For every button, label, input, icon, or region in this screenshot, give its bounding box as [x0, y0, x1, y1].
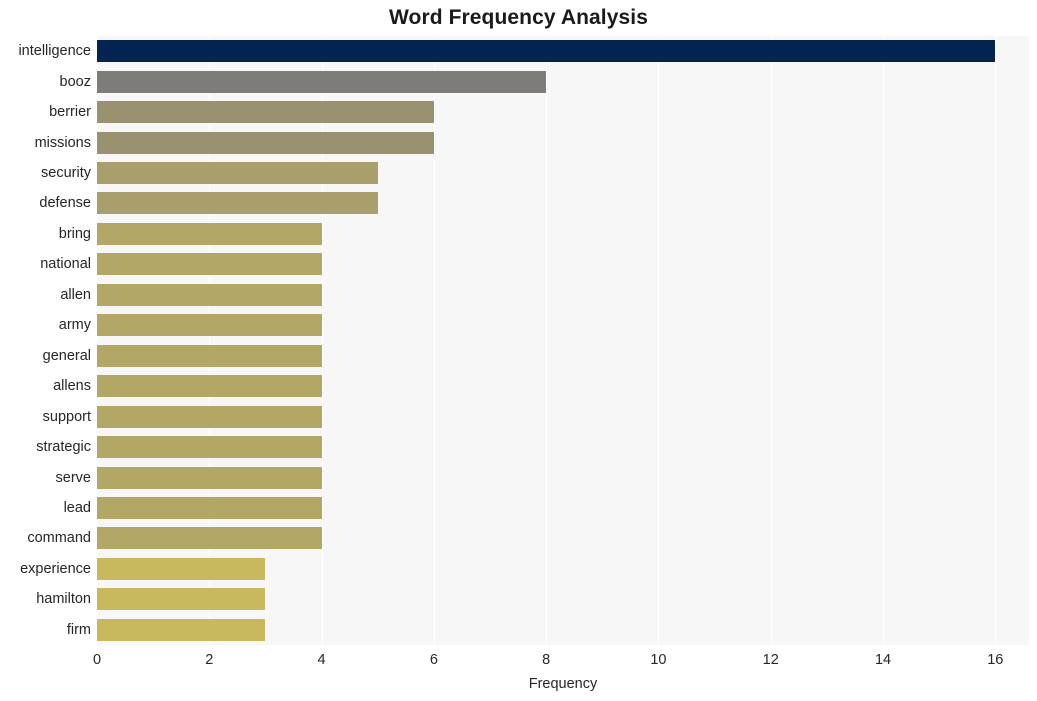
- bar: [97, 375, 322, 397]
- bar: [97, 558, 265, 580]
- x-axis-tick-label: 0: [93, 650, 101, 670]
- y-axis-tick-label: strategic: [0, 436, 91, 458]
- x-axis-tick-label: 14: [875, 650, 891, 670]
- bar: [97, 406, 322, 428]
- y-axis-tick-label: lead: [0, 497, 91, 519]
- bar: [97, 132, 434, 154]
- y-axis-tick-label: berrier: [0, 101, 91, 123]
- bar: [97, 40, 995, 62]
- bar: [97, 588, 265, 610]
- y-axis-tick-label: support: [0, 406, 91, 428]
- bar: [97, 345, 322, 367]
- x-axis-tick-label: 6: [430, 650, 438, 670]
- bar: [97, 162, 378, 184]
- y-axis-tick-label: army: [0, 314, 91, 336]
- y-axis-tick-label: allens: [0, 375, 91, 397]
- y-axis-tick-label: general: [0, 345, 91, 367]
- bar: [97, 527, 322, 549]
- y-axis-tick-label: defense: [0, 192, 91, 214]
- x-axis-tick-label: 8: [542, 650, 550, 670]
- y-axis-tick-labels: intelligence booz berrier missions security d…: [0, 36, 91, 645]
- bar: [97, 314, 322, 336]
- x-axis-title: Frequency: [97, 674, 1029, 694]
- bar: [97, 253, 322, 275]
- bar: [97, 467, 322, 489]
- chart-title: Word Frequency Analysis: [0, 4, 1037, 32]
- y-axis-tick-label: security: [0, 162, 91, 184]
- x-axis-tick-label: 10: [650, 650, 666, 670]
- bar: [97, 223, 322, 245]
- y-axis-tick-label: booz: [0, 71, 91, 93]
- y-axis-tick-label: missions: [0, 132, 91, 154]
- bar: [97, 284, 322, 306]
- y-axis-tick-label: allen: [0, 284, 91, 306]
- bars-layer: [97, 36, 1029, 645]
- x-axis-tick-label: 16: [987, 650, 1003, 670]
- y-axis-tick-label: firm: [0, 619, 91, 641]
- y-axis-tick-label: bring: [0, 223, 91, 245]
- bar: [97, 436, 322, 458]
- y-axis-tick-label: hamilton: [0, 588, 91, 610]
- bar: [97, 71, 546, 93]
- y-axis-tick-label: national: [0, 253, 91, 275]
- bar: [97, 619, 265, 641]
- x-axis-tick-labels: 0246810121416: [97, 650, 1029, 672]
- y-axis-tick-label: intelligence: [0, 40, 91, 62]
- y-axis-tick-label: experience: [0, 558, 91, 580]
- x-axis-tick-label: 4: [318, 650, 326, 670]
- plot-area: [97, 36, 1029, 645]
- x-axis-tick-label: 12: [763, 650, 779, 670]
- chart-figure: Word Frequency Analysis intelligence booz…: [0, 0, 1037, 701]
- x-axis-tick-label: 2: [205, 650, 213, 670]
- bar: [97, 101, 434, 123]
- bar: [97, 192, 378, 214]
- bar: [97, 497, 322, 519]
- y-axis-tick-label: command: [0, 527, 91, 549]
- y-axis-tick-label: serve: [0, 467, 91, 489]
